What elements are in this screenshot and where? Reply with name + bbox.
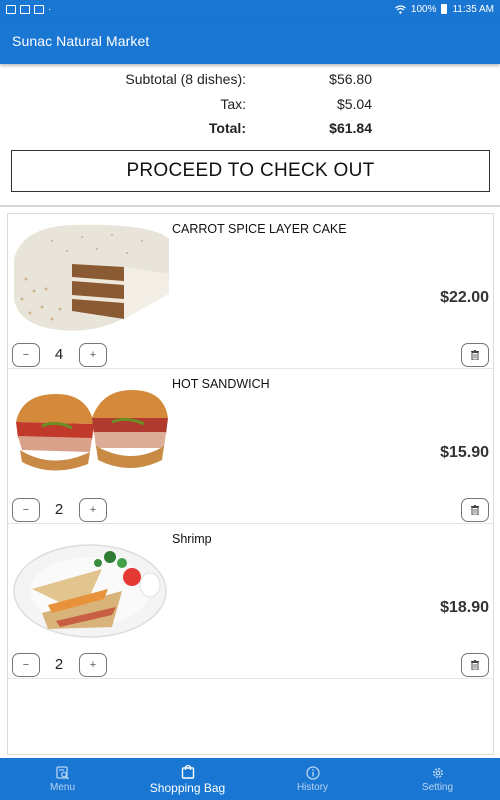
item-quantity: 2 [54, 501, 64, 518]
trash-icon [471, 350, 479, 360]
decrease-quantity-button[interactable]: − [12, 343, 40, 367]
cart-item: HOT SANDWICH $15.90 − 2 + [8, 369, 493, 524]
menu-search-icon [55, 765, 69, 779]
nav-menu[interactable]: Menu [0, 758, 125, 800]
subtotal-row: Subtotal (8 dishes): $56.80 [0, 68, 500, 93]
sandwich-image [12, 374, 169, 491]
nav-history[interactable]: History [250, 758, 375, 800]
app-title: Sunac Natural Market [12, 33, 150, 49]
increase-quantity-button[interactable]: + [79, 653, 107, 677]
status-bar: · 100% 11:35 AM [0, 0, 500, 18]
cart-item: CARROT SPICE LAYER CAKE $22.00 − 4 + [8, 214, 493, 369]
subtotal-label: Subtotal (8 dishes): [125, 71, 246, 87]
total-row: Total: $61.84 [0, 117, 500, 142]
item-quantity: 4 [54, 346, 64, 363]
tax-value: $5.04 [336, 95, 372, 112]
cart-item: Shrimp $18.90 − 2 + [8, 524, 493, 679]
tax-label: Tax: [220, 95, 246, 112]
delete-item-button[interactable] [461, 498, 489, 522]
notification-icons: · [6, 4, 51, 15]
item-price: $15.90 [440, 444, 489, 461]
item-name: CARROT SPICE LAYER CAKE [172, 222, 347, 236]
notification-video-icon [34, 4, 44, 14]
gear-icon [432, 767, 443, 778]
quesadilla-plate-image [12, 529, 169, 646]
subtotal-value: $56.80 [329, 71, 372, 87]
delete-item-button[interactable] [461, 343, 489, 367]
trash-icon [471, 505, 479, 515]
item-name: HOT SANDWICH [172, 377, 270, 391]
nav-setting-label: Setting [421, 781, 454, 793]
nav-shopping-bag-label: Shopping Bag [149, 780, 226, 795]
info-icon [305, 765, 320, 780]
proceed-to-checkout-button[interactable]: PROCEED TO CHECK OUT [11, 150, 490, 192]
decrease-quantity-button[interactable]: − [12, 498, 40, 522]
battery-icon [441, 4, 448, 14]
total-label: Total: [208, 120, 246, 136]
total-value: $61.84 [329, 120, 372, 136]
notification-app-icon [6, 4, 16, 14]
nav-history-label: History [296, 781, 329, 793]
increase-quantity-button[interactable]: + [79, 498, 107, 522]
shopping-bag-icon [181, 764, 194, 779]
order-totals: Subtotal (8 dishes): $56.80 Tax: $5.04 T… [0, 68, 500, 142]
notification-dot-icon: · [48, 3, 52, 15]
tax-row: Tax: $5.04 [0, 93, 500, 118]
app-bar: Sunac Natural Market [0, 18, 500, 64]
cart-list[interactable]: CARROT SPICE LAYER CAKE $22.00 − 4 + HOT… [7, 213, 494, 755]
item-price: $18.90 [440, 599, 489, 616]
item-name: Shrimp [172, 532, 212, 546]
section-divider [0, 205, 500, 207]
battery-percent: 100% [410, 3, 437, 15]
nav-shopping-bag[interactable]: Shopping Bag [125, 758, 250, 800]
delete-item-button[interactable] [461, 653, 489, 677]
increase-quantity-button[interactable]: + [79, 343, 107, 367]
decrease-quantity-button[interactable]: − [12, 653, 40, 677]
item-quantity: 2 [54, 656, 64, 673]
wifi-icon [395, 4, 406, 14]
nav-setting[interactable]: Setting [375, 758, 500, 800]
carrot-cake-image [12, 219, 169, 336]
bottom-navigation: Menu Shopping Bag History Setting [0, 758, 500, 800]
nav-menu-label: Menu [49, 781, 75, 793]
item-price: $22.00 [440, 289, 489, 306]
notification-image-icon [20, 4, 30, 14]
trash-icon [471, 660, 479, 670]
clock: 11:35 AM [452, 3, 494, 15]
